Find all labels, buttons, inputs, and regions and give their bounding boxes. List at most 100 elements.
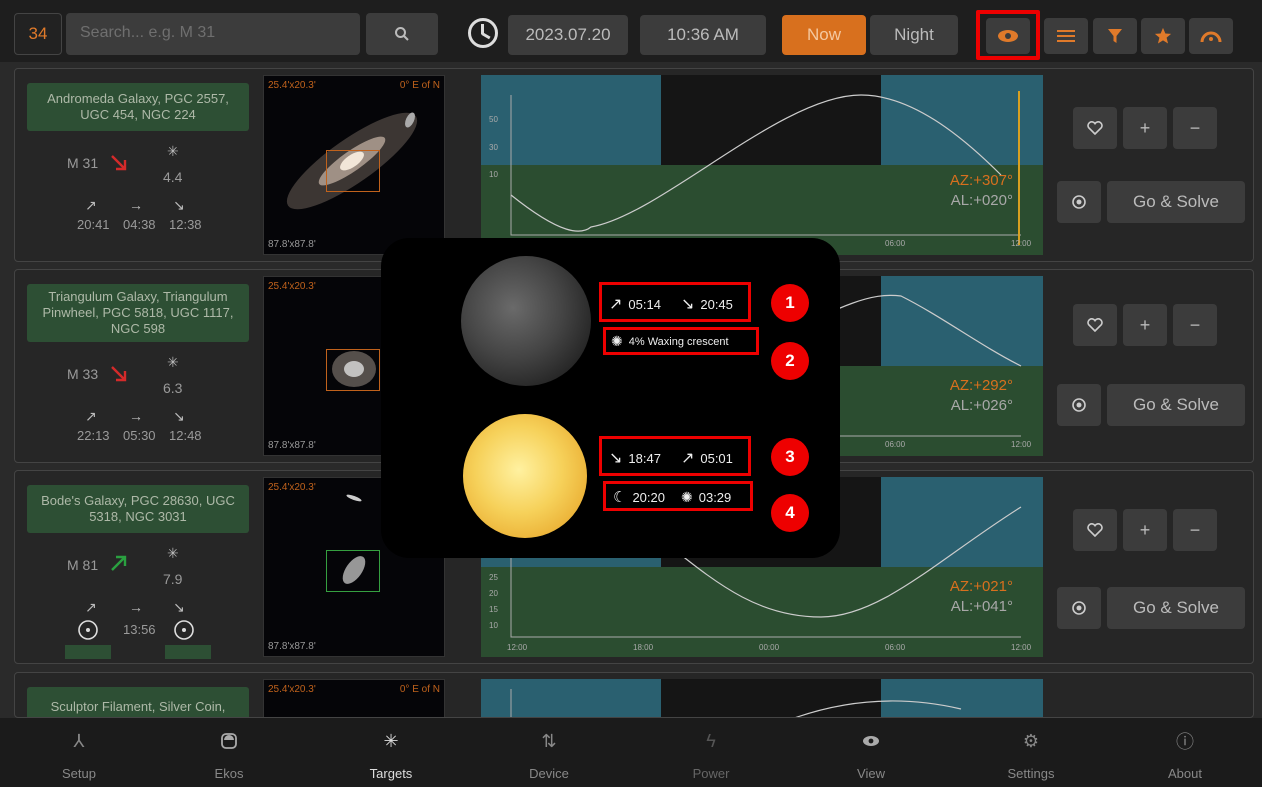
rise-arrow-icon: ↗ <box>85 408 97 424</box>
target-name[interactable]: Bode's Galaxy, PGC 28630, UGC 5318, NGC … <box>27 485 249 533</box>
transit-arrow-icon: → <box>129 197 143 213</box>
setting-arrow-icon <box>111 366 127 382</box>
catalog-id: M 31 <box>67 155 99 171</box>
nav-setup[interactable]: ⅄ Setup <box>16 718 142 787</box>
fov-frame <box>326 150 380 192</box>
transit-arrow-icon: → <box>129 599 143 615</box>
image-size: 87.8'x87.8' <box>268 239 316 250</box>
night-button[interactable]: Night <box>870 15 958 55</box>
search-icon <box>395 27 409 41</box>
dawn-time: 03:29 <box>698 489 732 505</box>
remove-button[interactable]: − <box>1173 509 1217 551</box>
heart-icon <box>1087 523 1103 537</box>
catalog-id: M 81 <box>67 557 99 573</box>
minus-icon: − <box>1189 519 1201 540</box>
altitude-graph[interactable]: 50 30 10 06:00 12:00 AZ:+307° AL:+020° <box>481 75 1043 255</box>
target-info: M 31 ✳ 4.4 ↗ → ↘ 20:41 04:38 12:38 <box>27 141 249 235</box>
clock-icon[interactable] <box>468 18 498 48</box>
horizon-icon <box>1200 31 1222 43</box>
target-icon <box>1072 601 1086 615</box>
bottom-nav: ⅄ Setup Ekos ✳ Targets ⇅ Device ϟ Power … <box>0 718 1262 787</box>
moon-crescent-icon: ☾ <box>613 489 627 506</box>
magnitude: 7.9 <box>163 571 183 587</box>
magnitude-icon: ✳ <box>167 545 179 561</box>
set-time: 12:38 <box>169 217 202 232</box>
filter-icon <box>1108 29 1122 43</box>
goto-button[interactable] <box>1057 181 1101 223</box>
go-and-solve-button[interactable]: Go & Solve <box>1107 587 1245 629</box>
rise-arrow-icon: ↗ <box>609 296 623 313</box>
remove-button[interactable]: − <box>1173 304 1217 346</box>
time-field[interactable]: 10:36 AM <box>640 15 766 55</box>
plus-icon: + <box>1139 519 1151 540</box>
fov-size: 25.4'x20.3' <box>268 684 316 695</box>
callout-badge-4: 4 <box>771 494 809 532</box>
rise-arrow-icon: ↗ <box>85 197 97 213</box>
set-bar <box>165 645 211 659</box>
target-row[interactable]: Sculptor Filament, Silver Coin, 25.4'x20… <box>14 672 1254 718</box>
date-field[interactable]: 2023.07.20 <box>508 15 628 55</box>
transit-arrow-icon: → <box>129 408 143 424</box>
search-input[interactable]: Search... e.g. M 31 <box>66 13 360 55</box>
target-info: M 81 ✳ 7.9 ↗ → ↘ 13:56 <box>27 543 249 659</box>
nav-device[interactable]: ⇅ Device <box>486 718 612 787</box>
add-button[interactable]: + <box>1123 304 1167 346</box>
sun-icon: ✺ <box>681 488 693 505</box>
list-button[interactable] <box>1044 18 1088 54</box>
dusk-time: 20:20 <box>632 489 665 505</box>
target-name[interactable]: Sculptor Filament, Silver Coin, <box>27 687 249 717</box>
rise-arrow-icon: ↗ <box>680 450 695 467</box>
add-button[interactable]: + <box>1123 509 1167 551</box>
go-and-solve-button[interactable]: Go & Solve <box>1107 181 1245 223</box>
set-arrow-icon: ↘ <box>609 450 623 467</box>
image-size: 87.8'x87.8' <box>268 440 316 451</box>
nav-settings[interactable]: ⚙ Settings <box>968 718 1094 787</box>
set-time: 12:48 <box>169 428 202 443</box>
circumpolar-icon <box>173 619 195 644</box>
transit-time: 04:38 <box>123 217 156 232</box>
image-size: 87.8'x87.8' <box>268 641 316 652</box>
now-button[interactable]: Now <box>782 15 866 55</box>
setup-icon: ⅄ <box>73 730 85 751</box>
search-button[interactable] <box>366 13 438 55</box>
callout-badge-3: 3 <box>771 438 809 476</box>
target-thumbnail[interactable]: 25.4'x20.3' 0° E of N 87.8'x87.8' <box>263 75 445 255</box>
top-bar: 34 Search... e.g. M 31 2023.07.20 10:36 … <box>0 0 1262 62</box>
fov-angle: 0° E of N <box>399 80 440 91</box>
add-button[interactable]: + <box>1123 107 1167 149</box>
fov-size: 25.4'x20.3' <box>268 482 316 493</box>
target-name[interactable]: Andromeda Galaxy, PGC 2557, UGC 454, NGC… <box>27 83 249 131</box>
nav-power[interactable]: ϟ Power <box>648 718 774 787</box>
nav-about[interactable]: ⓘ About <box>1122 718 1248 787</box>
set-arrow-icon: ↘ <box>173 599 185 615</box>
target-row[interactable]: Andromeda Galaxy, PGC 2557, UGC 454, NGC… <box>14 68 1254 262</box>
rise-time: 22:13 <box>77 428 110 443</box>
remove-button[interactable]: − <box>1173 107 1217 149</box>
goto-button[interactable] <box>1057 384 1101 426</box>
favorite-button[interactable] <box>1073 107 1117 149</box>
favorites-button[interactable] <box>1141 18 1185 54</box>
go-and-solve-button[interactable]: Go & Solve <box>1107 384 1245 426</box>
nav-ekos[interactable]: Ekos <box>166 718 292 787</box>
magnitude: 4.4 <box>163 169 183 185</box>
horizon-button[interactable] <box>1189 18 1233 54</box>
moon-image <box>461 256 591 386</box>
sun-moon-popup[interactable]: ↗ 05:14 ↘ 20:45 1 ✺ 4% Waxing crescent 2… <box>381 238 840 558</box>
filter-button[interactable] <box>1093 18 1137 54</box>
nav-targets[interactable]: ✳ Targets <box>328 718 454 787</box>
set-arrow-icon: ↘ <box>173 197 185 213</box>
nav-view[interactable]: View <box>808 718 934 787</box>
favorite-button[interactable] <box>1073 304 1117 346</box>
sun-rise-set: ↘ 18:47 ↗ 05:01 <box>609 448 733 468</box>
goto-button[interactable] <box>1057 587 1101 629</box>
plus-icon: + <box>1139 314 1151 335</box>
target-count: 34 <box>14 13 62 55</box>
target-thumbnail[interactable]: 25.4'x20.3' 0° E of N <box>263 679 445 717</box>
circumpolar-icon <box>77 619 99 644</box>
minus-icon: − <box>1189 314 1201 335</box>
favorite-button[interactable] <box>1073 509 1117 551</box>
target-name[interactable]: Triangulum Galaxy, Triangulum Pinwheel, … <box>27 284 249 342</box>
moon-set-time: 20:45 <box>700 296 733 312</box>
altitude-graph[interactable] <box>481 679 1043 717</box>
fov-size: 25.4'x20.3' <box>268 80 316 91</box>
